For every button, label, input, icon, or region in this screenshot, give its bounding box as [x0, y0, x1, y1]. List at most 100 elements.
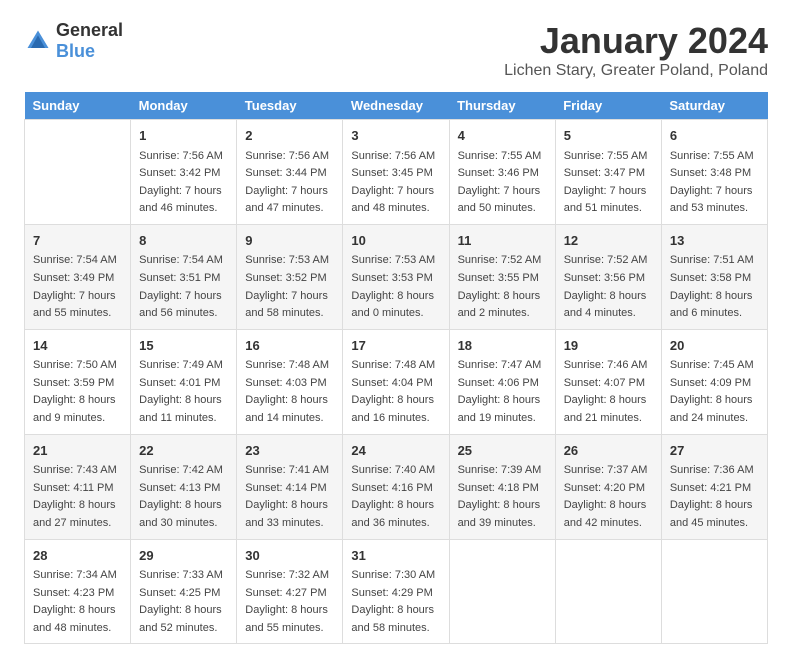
calendar-cell	[449, 539, 555, 644]
calendar-cell: 23Sunrise: 7:41 AM Sunset: 4:14 PM Dayli…	[237, 434, 343, 539]
day-number: 17	[351, 336, 440, 356]
day-number: 20	[670, 336, 759, 356]
calendar-cell: 14Sunrise: 7:50 AM Sunset: 3:59 PM Dayli…	[25, 329, 131, 434]
day-number: 7	[33, 231, 122, 251]
calendar-cell: 20Sunrise: 7:45 AM Sunset: 4:09 PM Dayli…	[661, 329, 767, 434]
calendar-cell: 7Sunrise: 7:54 AM Sunset: 3:49 PM Daylig…	[25, 224, 131, 329]
calendar-cell: 28Sunrise: 7:34 AM Sunset: 4:23 PM Dayli…	[25, 539, 131, 644]
calendar-cell: 16Sunrise: 7:48 AM Sunset: 4:03 PM Dayli…	[237, 329, 343, 434]
day-content: Sunrise: 7:48 AM Sunset: 4:04 PM Dayligh…	[351, 357, 440, 427]
day-content: Sunrise: 7:47 AM Sunset: 4:06 PM Dayligh…	[458, 357, 547, 427]
calendar-cell: 11Sunrise: 7:52 AM Sunset: 3:55 PM Dayli…	[449, 224, 555, 329]
day-number: 2	[245, 126, 334, 146]
calendar-cell: 27Sunrise: 7:36 AM Sunset: 4:21 PM Dayli…	[661, 434, 767, 539]
main-title: January 2024	[504, 20, 768, 62]
day-content: Sunrise: 7:54 AM Sunset: 3:49 PM Dayligh…	[33, 252, 122, 322]
calendar-cell: 26Sunrise: 7:37 AM Sunset: 4:20 PM Dayli…	[555, 434, 661, 539]
day-number: 21	[33, 441, 122, 461]
day-number: 1	[139, 126, 228, 146]
calendar-header: SundayMondayTuesdayWednesdayThursdayFrid…	[25, 92, 768, 120]
day-content: Sunrise: 7:34 AM Sunset: 4:23 PM Dayligh…	[33, 567, 122, 637]
header-day-saturday: Saturday	[661, 92, 767, 120]
calendar-cell: 6Sunrise: 7:55 AM Sunset: 3:48 PM Daylig…	[661, 120, 767, 225]
calendar-cell: 30Sunrise: 7:32 AM Sunset: 4:27 PM Dayli…	[237, 539, 343, 644]
week-row-1: 7Sunrise: 7:54 AM Sunset: 3:49 PM Daylig…	[25, 224, 768, 329]
header-day-thursday: Thursday	[449, 92, 555, 120]
week-row-3: 21Sunrise: 7:43 AM Sunset: 4:11 PM Dayli…	[25, 434, 768, 539]
calendar-cell: 22Sunrise: 7:42 AM Sunset: 4:13 PM Dayli…	[131, 434, 237, 539]
day-number: 29	[139, 546, 228, 566]
calendar-body: 1Sunrise: 7:56 AM Sunset: 3:42 PM Daylig…	[25, 120, 768, 644]
day-content: Sunrise: 7:42 AM Sunset: 4:13 PM Dayligh…	[139, 462, 228, 532]
day-content: Sunrise: 7:46 AM Sunset: 4:07 PM Dayligh…	[564, 357, 653, 427]
day-content: Sunrise: 7:37 AM Sunset: 4:20 PM Dayligh…	[564, 462, 653, 532]
day-content: Sunrise: 7:50 AM Sunset: 3:59 PM Dayligh…	[33, 357, 122, 427]
calendar-cell: 24Sunrise: 7:40 AM Sunset: 4:16 PM Dayli…	[343, 434, 449, 539]
calendar-cell: 17Sunrise: 7:48 AM Sunset: 4:04 PM Dayli…	[343, 329, 449, 434]
subtitle: Lichen Stary, Greater Poland, Poland	[504, 62, 768, 80]
calendar-cell: 12Sunrise: 7:52 AM Sunset: 3:56 PM Dayli…	[555, 224, 661, 329]
calendar-cell: 10Sunrise: 7:53 AM Sunset: 3:53 PM Dayli…	[343, 224, 449, 329]
calendar-cell: 21Sunrise: 7:43 AM Sunset: 4:11 PM Dayli…	[25, 434, 131, 539]
day-content: Sunrise: 7:33 AM Sunset: 4:25 PM Dayligh…	[139, 567, 228, 637]
day-number: 9	[245, 231, 334, 251]
day-number: 3	[351, 126, 440, 146]
day-content: Sunrise: 7:41 AM Sunset: 4:14 PM Dayligh…	[245, 462, 334, 532]
calendar-cell: 31Sunrise: 7:30 AM Sunset: 4:29 PM Dayli…	[343, 539, 449, 644]
day-number: 25	[458, 441, 547, 461]
day-content: Sunrise: 7:55 AM Sunset: 3:47 PM Dayligh…	[564, 148, 653, 218]
day-number: 10	[351, 231, 440, 251]
calendar-cell: 19Sunrise: 7:46 AM Sunset: 4:07 PM Dayli…	[555, 329, 661, 434]
day-content: Sunrise: 7:52 AM Sunset: 3:55 PM Dayligh…	[458, 252, 547, 322]
day-number: 14	[33, 336, 122, 356]
day-content: Sunrise: 7:54 AM Sunset: 3:51 PM Dayligh…	[139, 252, 228, 322]
day-number: 5	[564, 126, 653, 146]
day-number: 4	[458, 126, 547, 146]
header-day-sunday: Sunday	[25, 92, 131, 120]
logo-text: General Blue	[56, 20, 123, 62]
day-content: Sunrise: 7:56 AM Sunset: 3:45 PM Dayligh…	[351, 148, 440, 218]
calendar-cell: 8Sunrise: 7:54 AM Sunset: 3:51 PM Daylig…	[131, 224, 237, 329]
week-row-2: 14Sunrise: 7:50 AM Sunset: 3:59 PM Dayli…	[25, 329, 768, 434]
day-number: 6	[670, 126, 759, 146]
day-content: Sunrise: 7:52 AM Sunset: 3:56 PM Dayligh…	[564, 252, 653, 322]
day-content: Sunrise: 7:53 AM Sunset: 3:52 PM Dayligh…	[245, 252, 334, 322]
calendar-cell: 3Sunrise: 7:56 AM Sunset: 3:45 PM Daylig…	[343, 120, 449, 225]
header-day-tuesday: Tuesday	[237, 92, 343, 120]
day-content: Sunrise: 7:45 AM Sunset: 4:09 PM Dayligh…	[670, 357, 759, 427]
day-content: Sunrise: 7:39 AM Sunset: 4:18 PM Dayligh…	[458, 462, 547, 532]
day-content: Sunrise: 7:43 AM Sunset: 4:11 PM Dayligh…	[33, 462, 122, 532]
day-number: 30	[245, 546, 334, 566]
day-content: Sunrise: 7:32 AM Sunset: 4:27 PM Dayligh…	[245, 567, 334, 637]
logo-icon	[24, 27, 52, 55]
day-content: Sunrise: 7:55 AM Sunset: 3:46 PM Dayligh…	[458, 148, 547, 218]
header-day-wednesday: Wednesday	[343, 92, 449, 120]
day-number: 11	[458, 231, 547, 251]
day-content: Sunrise: 7:56 AM Sunset: 3:44 PM Dayligh…	[245, 148, 334, 218]
day-number: 23	[245, 441, 334, 461]
logo-general: General	[56, 20, 123, 40]
day-number: 8	[139, 231, 228, 251]
day-number: 13	[670, 231, 759, 251]
day-content: Sunrise: 7:48 AM Sunset: 4:03 PM Dayligh…	[245, 357, 334, 427]
calendar-cell: 5Sunrise: 7:55 AM Sunset: 3:47 PM Daylig…	[555, 120, 661, 225]
week-row-0: 1Sunrise: 7:56 AM Sunset: 3:42 PM Daylig…	[25, 120, 768, 225]
header-row: SundayMondayTuesdayWednesdayThursdayFrid…	[25, 92, 768, 120]
day-number: 18	[458, 336, 547, 356]
calendar-cell: 18Sunrise: 7:47 AM Sunset: 4:06 PM Dayli…	[449, 329, 555, 434]
header-day-friday: Friday	[555, 92, 661, 120]
day-number: 12	[564, 231, 653, 251]
calendar-cell: 4Sunrise: 7:55 AM Sunset: 3:46 PM Daylig…	[449, 120, 555, 225]
logo: General Blue	[24, 20, 123, 62]
day-content: Sunrise: 7:56 AM Sunset: 3:42 PM Dayligh…	[139, 148, 228, 218]
calendar-cell	[661, 539, 767, 644]
calendar-cell: 15Sunrise: 7:49 AM Sunset: 4:01 PM Dayli…	[131, 329, 237, 434]
day-content: Sunrise: 7:51 AM Sunset: 3:58 PM Dayligh…	[670, 252, 759, 322]
calendar-cell: 1Sunrise: 7:56 AM Sunset: 3:42 PM Daylig…	[131, 120, 237, 225]
day-number: 27	[670, 441, 759, 461]
day-number: 16	[245, 336, 334, 356]
day-number: 15	[139, 336, 228, 356]
day-content: Sunrise: 7:53 AM Sunset: 3:53 PM Dayligh…	[351, 252, 440, 322]
header: General Blue January 2024 Lichen Stary, …	[24, 20, 768, 80]
day-number: 28	[33, 546, 122, 566]
